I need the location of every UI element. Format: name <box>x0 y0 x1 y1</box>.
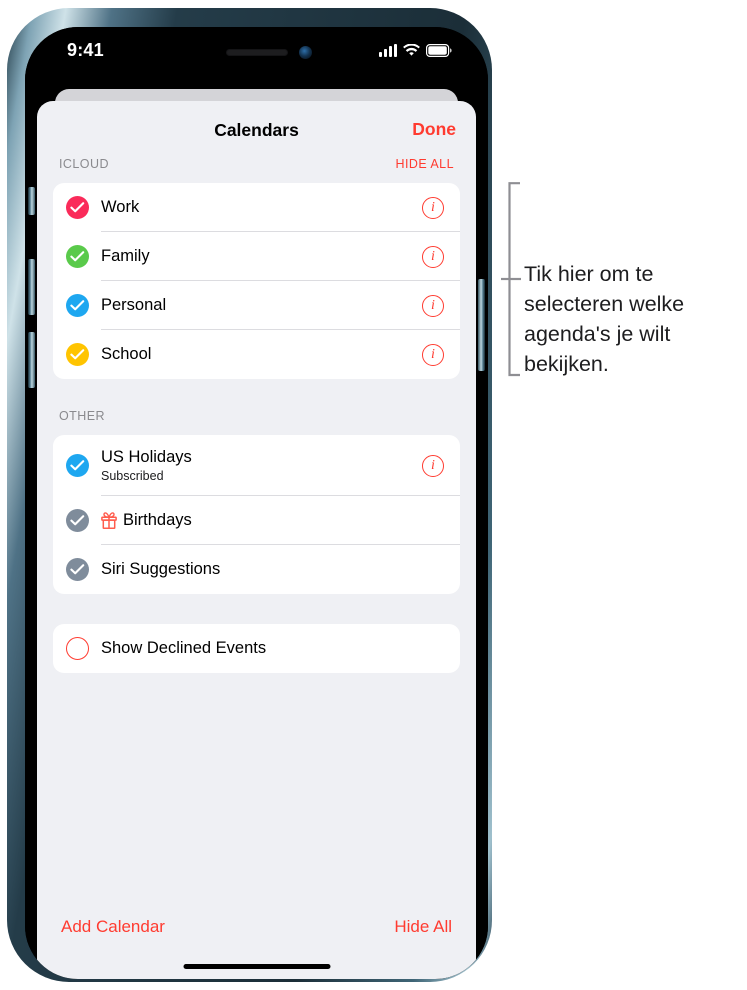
callout-bracket-icon <box>501 182 521 377</box>
section-header-other: OTHER <box>37 409 476 435</box>
volume-up-button[interactable] <box>28 259 35 315</box>
unchecked-circle-icon[interactable] <box>66 637 89 660</box>
section-title-icloud: ICLOUD <box>59 157 109 171</box>
section-title-other: OTHER <box>59 409 105 423</box>
info-icon[interactable]: i <box>422 454 444 477</box>
calendar-name: Siri Suggestions <box>101 560 221 578</box>
calendar-name: US Holidays <box>101 448 192 466</box>
status-icons <box>379 41 452 57</box>
declined-events-card: Show Declined Events <box>53 624 460 673</box>
list-item[interactable]: Work i <box>53 183 460 232</box>
info-icon[interactable]: i <box>422 245 444 268</box>
home-indicator[interactable] <box>183 964 330 969</box>
show-declined-events-row[interactable]: Show Declined Events <box>53 624 460 673</box>
list-item-body: School <box>101 345 422 364</box>
list-item[interactable]: Personal i <box>53 281 460 330</box>
list-item[interactable]: School i <box>53 330 460 379</box>
phone-body: 9:41 Calendars Done ICLOUD HIDE ALL Work… <box>25 27 488 979</box>
bottom-toolbar: Add Calendar Hide All <box>37 917 476 937</box>
power-button[interactable] <box>478 279 485 371</box>
declined-events-label: Show Declined Events <box>101 639 267 657</box>
list-item[interactable]: Birthdays <box>53 496 460 545</box>
calendar-name: Personal <box>101 296 167 314</box>
list-item-body: Family <box>101 247 422 266</box>
hide-all-button[interactable]: Hide All <box>394 917 452 937</box>
gift-icon <box>101 512 117 529</box>
checkmark-icon[interactable] <box>66 509 89 532</box>
checkmark-icon[interactable] <box>66 196 89 219</box>
checkmark-icon[interactable] <box>66 343 89 366</box>
list-item-body: Personal <box>101 296 422 315</box>
silent-switch[interactable] <box>28 187 35 215</box>
checkmark-icon[interactable] <box>66 454 89 477</box>
hide-all-icloud-button[interactable]: HIDE ALL <box>396 157 455 171</box>
front-camera-icon <box>299 46 312 59</box>
calendar-name: Birthdays <box>123 511 192 529</box>
calendar-name: Work <box>101 198 140 216</box>
list-item[interactable]: US Holidays Subscribed i <box>53 435 460 496</box>
calendar-subtitle: Subscribed <box>101 469 164 483</box>
list-item-body: Siri Suggestions <box>101 560 460 579</box>
list-item[interactable]: Family i <box>53 232 460 281</box>
wifi-icon <box>403 44 420 56</box>
list-item-body: US Holidays Subscribed <box>101 448 422 483</box>
nav-bar: Calendars Done <box>37 101 476 157</box>
checkmark-icon[interactable] <box>66 294 89 317</box>
calendar-name: School <box>101 345 152 363</box>
page-title: Calendars <box>214 120 299 140</box>
add-calendar-button[interactable]: Add Calendar <box>61 917 165 937</box>
list-item[interactable]: Siri Suggestions <box>53 545 460 594</box>
volume-down-button[interactable] <box>28 332 35 388</box>
phone-frame: 9:41 Calendars Done ICLOUD HIDE ALL Work… <box>7 8 492 982</box>
info-icon[interactable]: i <box>422 343 444 366</box>
done-button[interactable]: Done <box>412 119 456 140</box>
speaker-grille <box>225 49 288 56</box>
other-calendar-list: US Holidays Subscribed i Birthdays Siri … <box>53 435 460 594</box>
checkmark-icon[interactable] <box>66 558 89 581</box>
info-icon[interactable]: i <box>422 294 444 317</box>
calendars-sheet: Calendars Done ICLOUD HIDE ALL Work i Fa… <box>37 101 476 979</box>
icloud-calendar-list: Work i Family i Personal i School i <box>53 183 460 379</box>
status-time: 9:41 <box>67 40 104 60</box>
cellular-bars-icon <box>379 44 397 57</box>
checkmark-icon[interactable] <box>66 245 89 268</box>
annotation-text: Tik hier om te selecteren welke agenda's… <box>524 262 685 376</box>
list-item-body: Work <box>101 198 422 217</box>
phone-screen: 9:41 Calendars Done ICLOUD HIDE ALL Work… <box>25 27 488 979</box>
battery-full-icon <box>426 44 452 57</box>
info-icon[interactable]: i <box>422 196 444 219</box>
list-item-body: Birthdays <box>101 511 460 530</box>
calendar-name: Family <box>101 247 150 265</box>
list-item-body: Show Declined Events <box>101 639 460 658</box>
section-header-icloud: ICLOUD HIDE ALL <box>37 157 476 183</box>
